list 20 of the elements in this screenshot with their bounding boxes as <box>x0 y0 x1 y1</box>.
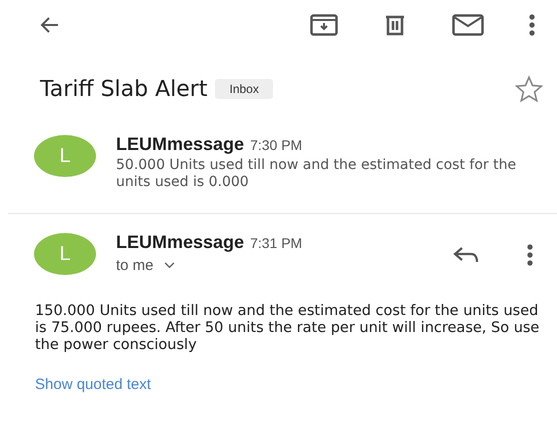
recipient-text[interactable]: to me <box>116 257 154 274</box>
inbox-label[interactable]: Inbox <box>215 79 273 99</box>
avatar: L <box>34 233 96 275</box>
subject-title: Tariff Slab Alert <box>40 76 208 102</box>
more-icon[interactable] <box>527 244 533 266</box>
more-icon[interactable] <box>529 14 535 36</box>
message-time: 7:30 PM <box>250 137 302 153</box>
delete-icon[interactable] <box>383 13 407 37</box>
star-icon[interactable] <box>515 75 543 103</box>
message-body: 150.000 Units used till now and the estimated cost for the units used is 75.000 rupees. After 50 units the rate per unit will increase, So use the power consciously <box>34 302 540 354</box>
avatar: L <box>34 135 96 177</box>
message-preview: 50.000 Units used till now and the estimated cost for the units used is 0.000 <box>116 157 518 191</box>
reply-icon[interactable] <box>453 246 479 264</box>
sender-name: LEUMmessage <box>116 134 244 155</box>
sender-name: LEUMmessage <box>116 232 244 253</box>
mail-icon[interactable] <box>452 14 484 36</box>
message-time: 7:31 PM <box>250 235 302 251</box>
show-quoted-text-link[interactable]: Show quoted text <box>35 376 151 393</box>
archive-icon[interactable] <box>310 14 338 36</box>
chevron-down-icon[interactable] <box>164 262 175 269</box>
